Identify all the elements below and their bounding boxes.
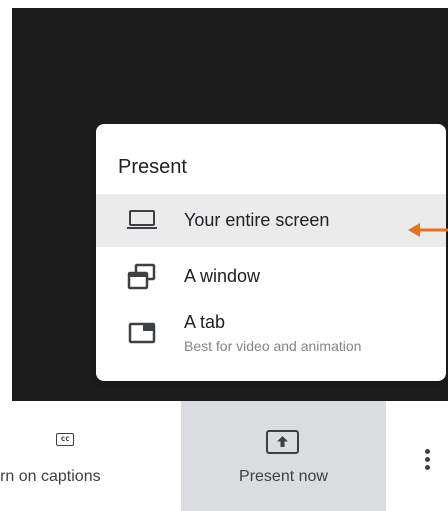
menu-item-label: A window (184, 266, 261, 286)
tab-icon (128, 322, 156, 344)
closed-captions-icon: cc (56, 433, 74, 446)
menu-item-window[interactable]: A window (96, 252, 446, 300)
orange-arrow-icon (408, 223, 448, 237)
window-icon (127, 263, 156, 290)
captions-button[interactable]: cc Turn on captions (0, 401, 180, 511)
menu-item-label: A tab (184, 312, 226, 332)
present-now-label: Present now (239, 468, 328, 485)
present-to-all-icon (266, 430, 299, 454)
more-vert-icon (424, 449, 430, 475)
menu-item-label: Your entire screen (184, 210, 330, 230)
menu-title: Present (118, 156, 187, 178)
menu-item-sublabel: Best for video and animation (184, 338, 362, 354)
present-now-button[interactable]: Present now (181, 401, 386, 511)
menu-item-entire-screen[interactable]: Your entire screen (96, 194, 446, 247)
menu-item-tab[interactable]: A tab Best for video and animation (96, 306, 446, 366)
present-menu: Present Your entire screen A window A ta… (96, 124, 446, 381)
bottom-bar: cc Turn on captions Present now (0, 401, 448, 511)
laptop-icon (127, 210, 157, 229)
more-options-button[interactable] (410, 401, 444, 511)
captions-label: Turn on captions (0, 468, 101, 485)
